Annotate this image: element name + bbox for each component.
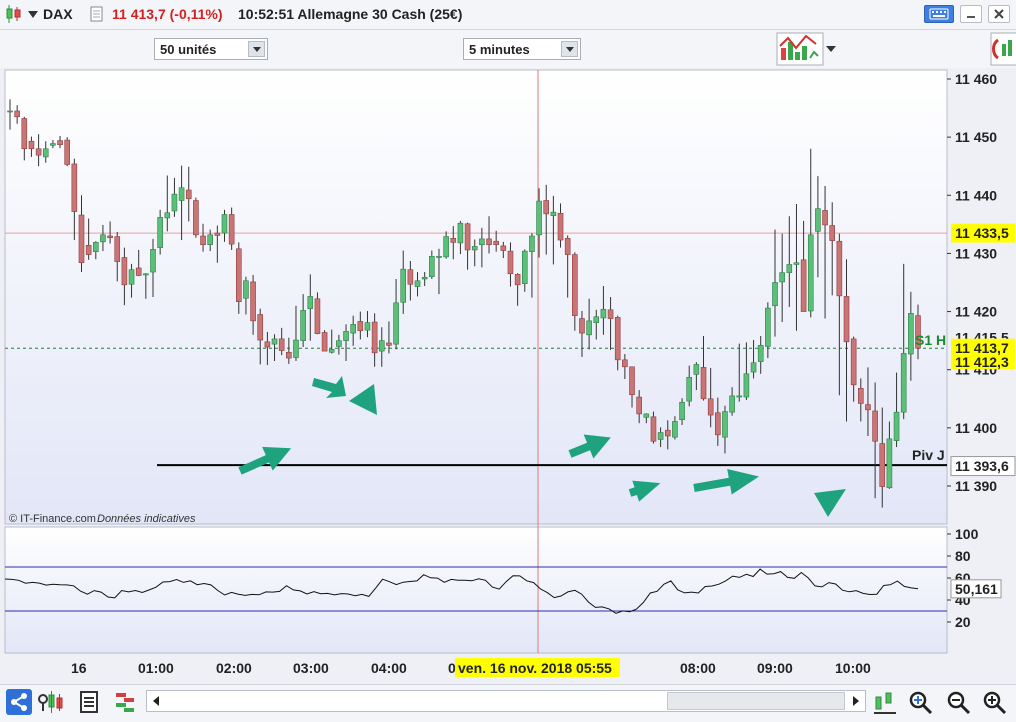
zoom-in-icon (983, 691, 1007, 715)
crosshair-price-text: 11 433,5 (955, 225, 1009, 241)
scroll-left-icon[interactable] (149, 693, 163, 709)
scrollbar-thumb[interactable] (667, 692, 845, 710)
crosshair-price-label: 11 433,5 (951, 223, 1015, 243)
candlestick-icon (6, 5, 21, 23)
chart-type-button[interactable] (37, 689, 63, 715)
zoom-fit-button[interactable] (907, 689, 933, 715)
oscillator-value-text: 50,161 (955, 581, 998, 597)
oscillator-axis: 10080604020 (947, 526, 979, 630)
candle (314, 292, 321, 335)
zoom-fit-icon (909, 691, 933, 715)
oscillator-tick-label: 100 (955, 526, 979, 542)
time-label: 02:00 (216, 660, 252, 676)
oscillator-value-label: 50,161 (950, 579, 1002, 599)
zoom-out-icon (947, 691, 971, 715)
s1h-label: S1 H (915, 332, 946, 348)
time-label: 16 (71, 660, 87, 676)
price-tick-label: 11 450 (955, 129, 997, 145)
chevron-down-icon (248, 41, 265, 57)
auto-scale-button[interactable] (872, 689, 898, 715)
price-tick-label: 11 440 (955, 187, 997, 203)
share-button[interactable] (6, 689, 32, 715)
minimize-button[interactable] (960, 5, 982, 23)
oscillator-tick-label: 20 (955, 614, 971, 630)
candle (64, 137, 70, 167)
zoom-in-button[interactable] (981, 689, 1007, 715)
time-label: 04:00 (371, 660, 407, 676)
report-button[interactable] (78, 689, 104, 715)
candle (321, 330, 328, 352)
time-and-instrument-name: 10:52:51 Allemagne 30 Cash (25€) (238, 6, 463, 22)
horizontal-scrollbar[interactable] (146, 690, 866, 712)
time-label: 0 (448, 660, 456, 676)
interval-select-value: 5 minutes (469, 42, 530, 57)
time-label: 01:00 (138, 660, 174, 676)
price-tick-label: 11 400 (955, 420, 997, 436)
oscillator-tick-label: 80 (955, 548, 971, 564)
keyboard-button[interactable] (924, 5, 954, 23)
time-label: 08:00 (680, 660, 716, 676)
chart-area[interactable]: 11 46011 45011 44011 43011 42011 41011 4… (0, 69, 1016, 684)
units-select[interactable]: 50 unités (154, 38, 268, 60)
time-label: 03:00 (293, 660, 329, 676)
units-select-value: 50 unités (160, 42, 217, 57)
oscillator-panel[interactable] (4, 526, 948, 654)
time-label: 09:00 (757, 660, 793, 676)
time-axis: 16 01:00 02:00 03:00 04:00 0 08:00 09:00… (71, 658, 871, 677)
zoom-out-button[interactable] (945, 689, 971, 715)
indicators-icon (776, 32, 836, 66)
instrument-dropdown-icon[interactable] (27, 10, 39, 19)
share-icon (11, 693, 27, 711)
pivot-price-text: 11 393,6 (955, 458, 1009, 474)
pivot-label: Piv J (912, 447, 945, 463)
price-axis: 11 46011 45011 44011 43011 42011 41011 4… (947, 71, 997, 494)
low-price-label: 11 412,3 (951, 354, 1015, 370)
copyright-text: © IT-Finance.com (9, 513, 96, 525)
candle (193, 197, 199, 238)
low-price-text: 11 412,3 (955, 354, 1009, 370)
title-bar: DAX 11 413,7 (-0,11%) 10:52:51 Allemagne… (0, 0, 1016, 30)
price-tick-label: 11 390 (955, 478, 997, 494)
price-tick-label: 11 420 (955, 304, 997, 320)
chevron-down-icon (561, 41, 578, 57)
auto-scale-icon (874, 692, 896, 714)
candlestick-chart-icon (38, 691, 63, 713)
order-book-icon (116, 693, 134, 712)
report-icon (80, 691, 98, 713)
keyboard-icon (929, 8, 949, 20)
tools-button[interactable] (990, 32, 1016, 66)
order-book-button[interactable] (112, 689, 138, 715)
interval-select[interactable]: 5 minutes (463, 38, 581, 60)
minimize-icon (967, 16, 975, 18)
crosshair-date-label: ven. 16 nov. 2018 05:55 (458, 660, 612, 676)
chart-toolbar: 50 unités 5 minutes (0, 30, 1016, 68)
price-change: 11 413,7 (-0,11%) (112, 6, 223, 22)
pivot-price-label: 11 393,6 (950, 456, 1016, 477)
time-label: 10:00 (835, 660, 871, 676)
close-button[interactable] (988, 5, 1010, 23)
price-tick-label: 11 430 (955, 245, 997, 261)
indicators-button[interactable] (776, 32, 840, 66)
price-tick-label: 11 460 (955, 71, 997, 87)
bottom-toolbar (0, 684, 1016, 722)
scroll-right-icon[interactable] (849, 693, 863, 709)
trend-tools-icon (990, 32, 1016, 66)
document-icon[interactable] (90, 6, 103, 22)
close-icon (994, 9, 1004, 19)
disclaimer-text: Données indicatives (97, 513, 196, 525)
instrument-name[interactable]: DAX (43, 6, 73, 22)
